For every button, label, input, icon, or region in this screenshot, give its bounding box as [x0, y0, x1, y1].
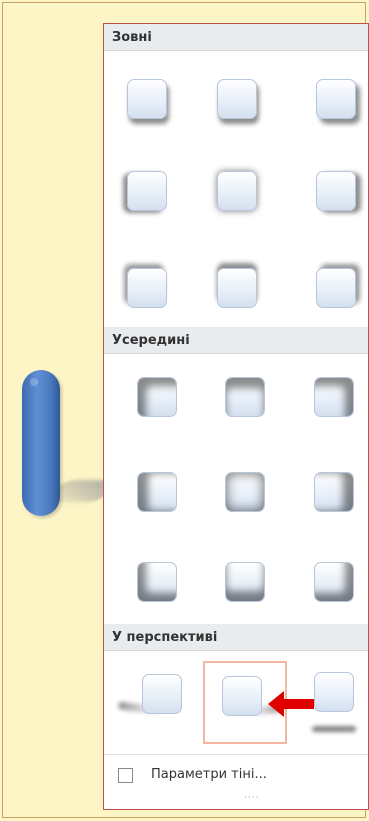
red-arrow-icon: [268, 691, 314, 717]
shadow-inner-top[interactable]: [225, 377, 265, 417]
shadow-gallery: Зовні Усередині У перспективі Параметри …: [103, 23, 369, 810]
shadow-inner-top-left[interactable]: [137, 377, 177, 417]
shadow-options-link[interactable]: Параметри тіні...: [151, 767, 267, 782]
shadow-inner-bottom[interactable]: [225, 562, 265, 602]
shadow-outer-top[interactable]: [217, 268, 257, 308]
shadow-outer-right[interactable]: [316, 171, 356, 211]
shadow-outer-top-left[interactable]: [127, 268, 167, 308]
shadow-inner-left[interactable]: [137, 472, 177, 512]
shadow-options-checkbox[interactable]: [118, 768, 133, 783]
shadow-perspective-below[interactable]: [314, 672, 354, 712]
section-inner-title: Усередині: [112, 333, 190, 348]
section-perspective-header: У перспективі: [104, 624, 368, 651]
shadow-inner-bottom-right[interactable]: [314, 562, 354, 602]
shadow-inner-right[interactable]: [314, 472, 354, 512]
section-outer-title: Зовні: [112, 30, 152, 45]
perspective-shadow-below: [312, 726, 356, 732]
shadow-outer-center[interactable]: [217, 171, 257, 211]
section-outer-header: Зовні: [104, 24, 368, 51]
section-inner-header: Усередині: [104, 327, 368, 354]
shadow-outer-left[interactable]: [127, 171, 167, 211]
shadow-inner-top-right[interactable]: [314, 377, 354, 417]
footer-divider: [104, 754, 368, 755]
resize-grip-icon[interactable]: ····: [244, 793, 259, 803]
shadow-outer-top-right[interactable]: [316, 268, 356, 308]
section-perspective-title: У перспективі: [112, 630, 218, 645]
rounded-shape[interactable]: [22, 370, 60, 516]
shadow-outer-bottom-left[interactable]: [127, 79, 167, 119]
shadow-perspective-upper-right[interactable]: [222, 676, 262, 716]
shadow-perspective-upper-left[interactable]: [142, 674, 182, 714]
shadow-inner-center[interactable]: [225, 472, 265, 512]
shadow-outer-bottom[interactable]: [217, 79, 257, 119]
shadow-outer-bottom-right[interactable]: [316, 79, 356, 119]
shadow-inner-bottom-left[interactable]: [137, 562, 177, 602]
